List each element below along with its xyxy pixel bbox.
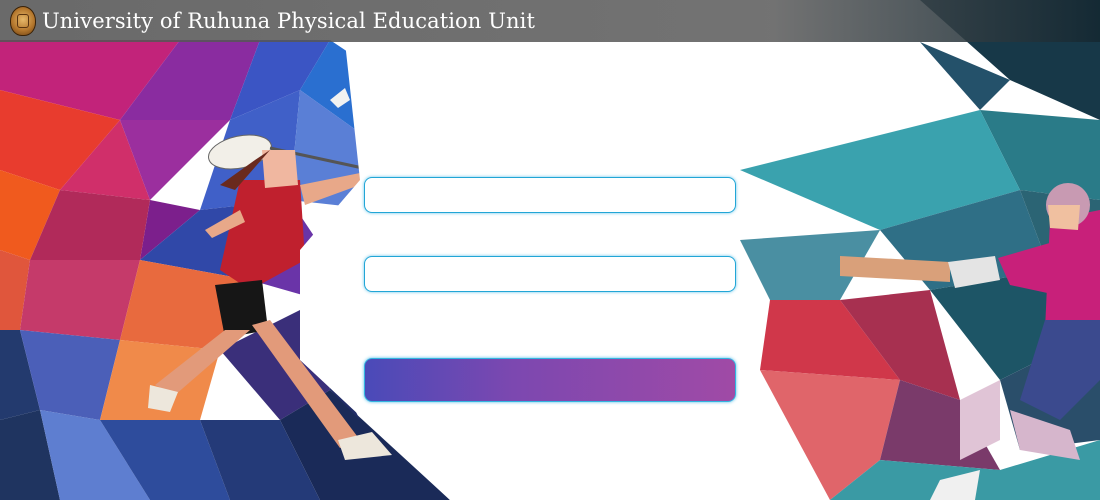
header-bar: University of Ruhuna Physical Education … (0, 0, 1100, 42)
username-input[interactable] (364, 177, 736, 213)
background-artwork (0, 0, 1100, 500)
page-title: University of Ruhuna Physical Education … (42, 9, 535, 33)
login-button[interactable] (364, 358, 736, 402)
university-crest-icon (10, 6, 36, 36)
password-input[interactable] (364, 256, 736, 292)
